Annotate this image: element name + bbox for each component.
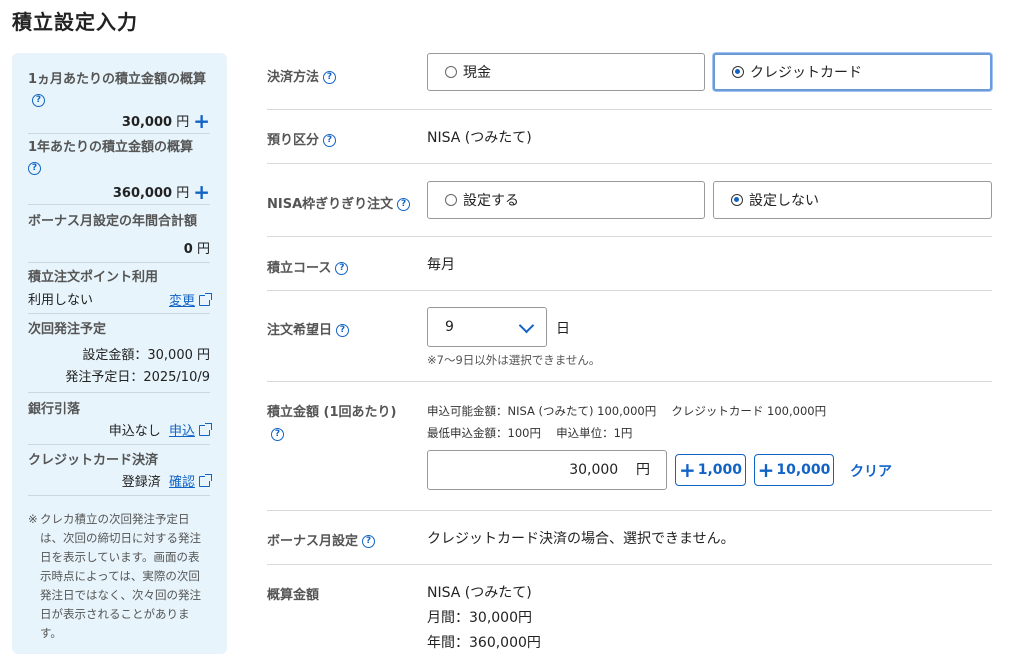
estimate-monthly: 月間：30,000円 (427, 610, 532, 626)
plus-icon[interactable]: + (193, 109, 210, 133)
plus-icon[interactable]: + (193, 180, 210, 204)
bank-apply-link[interactable]: 申込 (169, 424, 195, 439)
payment-cash-option[interactable]: 現金 (427, 53, 705, 91)
external-link-icon (199, 293, 212, 306)
points-value: 利用しない (28, 293, 94, 308)
bank-debit-value: 申込なし 申込 (109, 420, 212, 439)
monthly-estimate-label: 1ヵ月あたりの積立金額の概算? (28, 72, 207, 107)
nisa-limit-on-option[interactable]: 設定する (427, 181, 705, 219)
bonus-total-label: ボーナス月設定の年間合計額 (28, 214, 198, 229)
points-label: 積立注文ポイント利用 (28, 270, 159, 285)
course-label: 積立コース? (267, 257, 349, 276)
add-10000-button[interactable]: +10,000 (754, 454, 834, 486)
external-link-icon (199, 423, 212, 436)
payment-credit-card-option[interactable]: クレジットカード (713, 53, 992, 91)
add-1000-button[interactable]: +1,000 (675, 454, 746, 486)
course-value: 毎月 (427, 257, 455, 273)
bonus-total-value: 0 円 (183, 242, 210, 257)
account-type-value: NISA (つみたて) (427, 130, 532, 146)
plus-icon: + (757, 458, 775, 482)
estimate-account: NISA (つみたて) (427, 585, 532, 601)
summary-panel: 1ヵ月あたりの積立金額の概算? 30,000 円 + 1年あたりの積立金額の概算?… (12, 53, 227, 654)
page-title: 積立設定入力 (12, 10, 138, 34)
nisa-limit-label: NISA枠ぎりぎり注文? (267, 193, 411, 212)
radio-icon[interactable] (445, 66, 457, 78)
amount-limit-info: 申込可能金額：NISA (つみたて) 100,000円 クレジットカード 100… (427, 404, 827, 418)
next-order-date: 発注予定日：2025/10/9 (65, 370, 210, 385)
account-type-label: 預り区分? (267, 129, 337, 148)
order-day-unit: 日 (556, 321, 570, 337)
order-day-label: 注文希望日? (267, 319, 350, 338)
points-change-link[interactable]: 変更 (169, 290, 212, 309)
monthly-estimate-value: 30,000 円 + (121, 109, 210, 133)
help-icon[interactable]: ? (28, 162, 41, 175)
help-icon[interactable]: ? (271, 428, 284, 441)
credit-card-note: ※ クレカ積立の次回発注予定日は、次回の締切日に対する発注日を表示しています。画面… (28, 512, 201, 640)
amount-label: 積立金額 (1回あたり)? (267, 405, 397, 441)
help-icon[interactable]: ? (362, 535, 376, 548)
chevron-down-icon (518, 317, 535, 334)
next-order-amount: 設定金額：30,000 円 (82, 348, 210, 363)
bonus-month-label: ボーナス月設定? (267, 530, 376, 549)
credit-card-confirm-link[interactable]: 確認 (169, 475, 195, 490)
credit-card-label: クレジットカード決済 (28, 453, 159, 468)
yearly-estimate-label: 1年あたりの積立金額の概算? (28, 140, 194, 175)
radio-icon[interactable] (445, 194, 457, 206)
radio-selected-icon[interactable] (731, 194, 743, 206)
external-link-icon (199, 474, 212, 487)
credit-card-value: 登録済 確認 (122, 471, 212, 490)
payment-method-label: 決済方法? (267, 66, 337, 85)
order-day-note: ※7〜9日以外は選択できません。 (427, 353, 601, 367)
bank-debit-label: 銀行引落 (28, 402, 81, 417)
help-icon[interactable]: ? (323, 134, 337, 147)
help-icon[interactable]: ? (335, 262, 349, 275)
help-icon[interactable]: ? (32, 94, 45, 107)
next-order-label: 次回発注予定 (28, 322, 107, 337)
clear-button[interactable]: クリア (850, 461, 892, 481)
plus-icon: + (678, 458, 696, 482)
help-icon[interactable]: ? (323, 71, 337, 84)
estimate-yearly: 年間：360,000円 (427, 635, 541, 651)
order-day-select[interactable]: 9 (427, 307, 547, 347)
yearly-estimate-value: 360,000 円 + (112, 180, 210, 204)
amount-input[interactable]: 30,000 円 (427, 450, 667, 490)
estimate-label: 概算金額 (267, 588, 320, 603)
amount-min-info: 最低申込金額：100円 申込単位：1円 (427, 426, 633, 440)
help-icon[interactable]: ? (336, 324, 350, 337)
radio-selected-icon[interactable] (732, 66, 744, 78)
help-icon[interactable]: ? (397, 198, 411, 211)
nisa-limit-off-option[interactable]: 設定しない (713, 181, 992, 219)
bonus-month-value: クレジットカード決済の場合、選択できません。 (427, 531, 735, 547)
